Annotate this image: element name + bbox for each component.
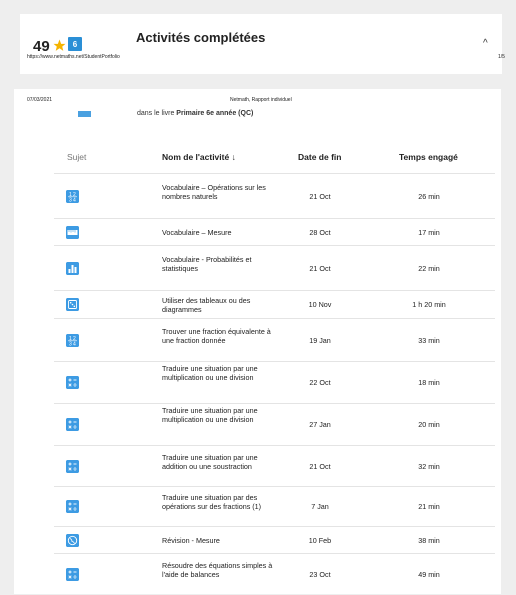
activity-date: 28 Oct <box>309 228 331 237</box>
activity-date: 10 Feb <box>308 536 332 545</box>
globe-icon <box>66 534 79 547</box>
report-title: Netmath, Rapport individuel <box>230 97 292 103</box>
table-row: 1 2 3 4 Vocabulaire – Opérations sur les nom… <box>54 173 495 219</box>
operations-icon <box>66 568 79 581</box>
operations-icon <box>66 460 79 473</box>
activity-name[interactable]: Trouver une fraction équivalente à une f… <box>162 327 277 346</box>
activity-date: 22 Oct <box>309 378 331 387</box>
book-name: Primaire 6e année (QC) <box>176 110 254 117</box>
activity-time: 18 min <box>418 378 440 387</box>
activity-time: 49 min <box>418 570 440 579</box>
star-icon <box>53 39 66 51</box>
table-row: Traduire une situation par des opération… <box>54 486 495 527</box>
section-title: Activités complétées <box>136 30 266 45</box>
activity-time: 20 min <box>418 420 440 429</box>
score-value: 49 <box>33 38 50 55</box>
activity-time: 21 min <box>418 502 440 511</box>
table-row: Vocabulaire - Probabilités et statistiqu… <box>54 245 495 291</box>
activity-time: 26 min <box>418 192 440 201</box>
activity-time: 32 min <box>418 462 440 471</box>
page-number: 1/5 <box>498 54 505 60</box>
activity-date: 27 Jan <box>309 420 331 429</box>
svg-text:3: 3 <box>69 198 72 204</box>
operations-icon <box>66 376 79 389</box>
cutoff-badge-icon <box>78 111 91 117</box>
activity-time: 17 min <box>418 228 440 237</box>
activity-date: 19 Jan <box>309 336 331 345</box>
fractions-icon: 1234 <box>66 334 79 347</box>
activity-name[interactable]: Traduire une situation par une addition … <box>162 453 277 472</box>
table-row: Traduire une situation par une multiplic… <box>54 361 495 404</box>
col-header-subject: Sujet <box>67 152 87 162</box>
activity-date: 23 Oct <box>309 570 331 579</box>
activity-name[interactable]: Résoudre des équations simples à l'aide … <box>162 561 277 580</box>
table-row: Traduire une situation par une multiplic… <box>54 403 495 446</box>
chevron-up-icon[interactable]: ^ <box>483 38 488 49</box>
table-row: Utiliser des tableaux ou des diagrammes 1… <box>54 290 495 319</box>
table-row: Révision - Mesure 10 Feb 38 min <box>54 526 495 554</box>
svg-text:4: 4 <box>73 198 76 204</box>
grade-badge-icon: 6 <box>68 37 82 51</box>
table-row: Vocabulaire – Mesure 28 Oct 17 min <box>54 218 495 246</box>
activity-date: 7 Jan <box>311 502 329 511</box>
col-header-date: Date de fin <box>298 152 342 162</box>
activity-time: 38 min <box>418 536 440 545</box>
table-row: Traduire une situation par une addition … <box>54 445 495 487</box>
activity-name[interactable]: Traduire une situation par une multiplic… <box>162 406 277 425</box>
activity-name[interactable]: Traduire une situation par des opération… <box>162 493 277 512</box>
activity-date: 21 Oct <box>309 264 331 273</box>
activity-name[interactable]: Traduire une situation par une multiplic… <box>162 364 277 383</box>
ruler-icon <box>66 226 79 239</box>
table-row: Résoudre des équations simples à l'aide … <box>54 553 495 595</box>
activity-date: 10 Nov <box>308 300 332 309</box>
svg-text:4: 4 <box>73 342 76 348</box>
col-header-name[interactable]: Nom de l'activité ↓ <box>162 152 236 162</box>
bar-chart-icon <box>66 262 79 275</box>
activity-time: 33 min <box>418 336 440 345</box>
activity-name[interactable]: Utiliser des tableaux ou des diagrammes <box>162 296 277 315</box>
table-row: 1 2 3 4 Trouver une fraction équivalente à u… <box>54 318 495 362</box>
activity-time: 22 min <box>418 264 440 273</box>
activity-date: 21 Oct <box>309 192 331 201</box>
operations-icon <box>66 418 79 431</box>
activity-name[interactable]: Révision - Mesure <box>162 536 277 545</box>
fractions-icon: 1234 <box>66 190 79 203</box>
activity-name[interactable]: Vocabulaire – Opérations sur les nombres… <box>162 183 277 202</box>
book-line: dans le livre Primaire 6e année (QC) <box>137 110 253 117</box>
activity-name[interactable]: Vocabulaire – Mesure <box>162 228 277 237</box>
report-date: 07/03/2021 <box>27 97 53 103</box>
dice-icon <box>66 298 79 311</box>
book-prefix: dans le livre <box>137 110 177 117</box>
col-header-time: Temps engagé <box>399 152 458 162</box>
svg-text:3: 3 <box>69 342 72 348</box>
activity-name[interactable]: Vocabulaire - Probabilités et statistiqu… <box>162 255 277 274</box>
operations-icon <box>66 500 79 513</box>
print-url: https://www.netmaths.net/StudentPortfoli… <box>27 54 120 60</box>
activity-time: 1 h 20 min <box>412 300 446 309</box>
activity-date: 21 Oct <box>309 462 331 471</box>
